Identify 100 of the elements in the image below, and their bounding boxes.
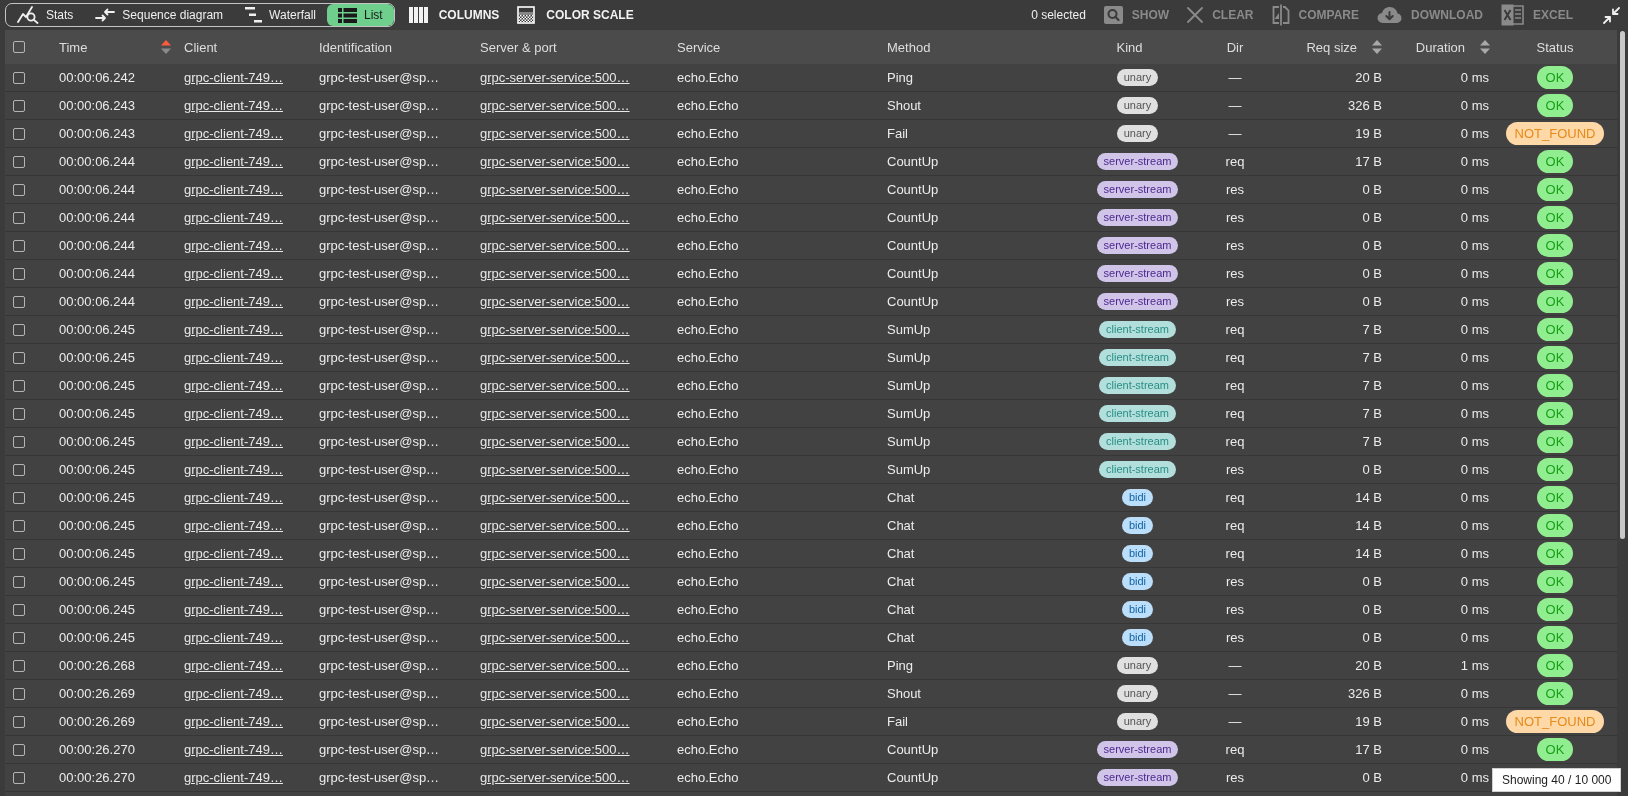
server-link[interactable]: grpc-server-service:500…	[480, 602, 630, 617]
server-link[interactable]: grpc-server-service:500…	[480, 574, 630, 589]
server-link[interactable]: grpc-server-service:500…	[480, 126, 630, 141]
server-link[interactable]: grpc-server-service:500…	[480, 490, 630, 505]
checkbox[interactable]	[13, 99, 25, 112]
sort-icon[interactable]	[1480, 40, 1490, 54]
checkbox[interactable]	[13, 519, 25, 532]
client-link[interactable]: grpc-client-749…	[184, 518, 283, 533]
method-name: SumUp	[887, 462, 931, 477]
checkbox[interactable]	[13, 41, 25, 53]
server-link[interactable]: grpc-server-service:500…	[480, 434, 630, 449]
duration-value: 0 ms	[1460, 714, 1489, 729]
client-link[interactable]: grpc-client-749…	[184, 378, 283, 393]
view-tab[interactable]: Waterfall	[234, 4, 327, 26]
client-link[interactable]: grpc-client-749…	[184, 462, 283, 477]
client-link[interactable]: grpc-client-749…	[184, 294, 283, 309]
client-link[interactable]: grpc-client-749…	[184, 686, 283, 701]
client-link[interactable]: grpc-client-749…	[184, 182, 283, 197]
sort-icon[interactable]	[1372, 40, 1382, 54]
toolbar-button[interactable]: COLOR SCALE	[513, 3, 638, 27]
checkbox[interactable]	[13, 71, 25, 84]
client-link[interactable]: grpc-client-749…	[184, 434, 283, 449]
checkbox[interactable]	[13, 239, 25, 252]
checkbox[interactable]	[13, 771, 25, 784]
timestamp: 00:00:26.269	[59, 686, 135, 701]
server-link[interactable]: grpc-server-service:500…	[480, 742, 630, 757]
checkbox[interactable]	[13, 715, 25, 728]
checkbox[interactable]	[13, 127, 25, 140]
checkbox[interactable]	[13, 687, 25, 700]
checkbox[interactable]	[13, 379, 25, 392]
checkbox[interactable]	[13, 435, 25, 448]
checkbox[interactable]	[13, 547, 25, 560]
server-link[interactable]: grpc-server-service:500…	[480, 70, 630, 85]
sort-icon[interactable]	[161, 40, 171, 54]
checkbox[interactable]	[13, 603, 25, 616]
direction-text: res	[1225, 182, 1245, 197]
collapse-button[interactable]	[1603, 5, 1620, 25]
server-link[interactable]: grpc-server-service:500…	[480, 714, 630, 729]
server-link[interactable]: grpc-server-service:500…	[480, 770, 630, 785]
client-link[interactable]: grpc-client-749…	[184, 70, 283, 85]
server-link[interactable]: grpc-server-service:500…	[480, 294, 630, 309]
request-size: 0 B	[1362, 602, 1382, 617]
checkbox[interactable]	[13, 323, 25, 336]
server-link[interactable]: grpc-server-service:500…	[480, 210, 630, 225]
view-tab[interactable]: List	[327, 4, 394, 26]
server-link[interactable]: grpc-server-service:500…	[480, 518, 630, 533]
client-link[interactable]: grpc-client-749…	[184, 350, 283, 365]
checkbox[interactable]	[13, 211, 25, 224]
checkbox[interactable]	[13, 183, 25, 196]
scrollbar-thumb[interactable]	[1620, 31, 1625, 539]
client-link[interactable]: grpc-client-749…	[184, 154, 283, 169]
client-link[interactable]: grpc-client-749…	[184, 266, 283, 281]
server-link[interactable]: grpc-server-service:500…	[480, 238, 630, 253]
checkbox[interactable]	[13, 491, 25, 504]
view-tab[interactable]: Sequence diagram	[84, 4, 235, 26]
client-link[interactable]: grpc-client-749…	[184, 770, 283, 785]
client-link[interactable]: grpc-client-749…	[184, 714, 283, 729]
checkbox[interactable]	[13, 407, 25, 420]
checkbox[interactable]	[13, 463, 25, 476]
server-link[interactable]: grpc-server-service:500…	[480, 350, 630, 365]
method-name: Shout	[887, 98, 921, 113]
checkbox[interactable]	[13, 575, 25, 588]
server-link[interactable]: grpc-server-service:500…	[480, 266, 630, 281]
client-link[interactable]: grpc-client-749…	[184, 98, 283, 113]
toolbar-button[interactable]: COLUMNS	[404, 3, 504, 27]
checkbox[interactable]	[13, 631, 25, 644]
client-link[interactable]: grpc-client-749…	[184, 630, 283, 645]
client-link[interactable]: grpc-client-749…	[184, 574, 283, 589]
service-name: echo.Echo	[677, 210, 739, 225]
method-name: Shout	[887, 686, 921, 701]
checkbox[interactable]	[13, 743, 25, 756]
server-link[interactable]: grpc-server-service:500…	[480, 686, 630, 701]
client-link[interactable]: grpc-client-749…	[184, 490, 283, 505]
checkbox[interactable]	[13, 155, 25, 168]
client-link[interactable]: grpc-client-749…	[184, 210, 283, 225]
identification-text: grpc-test-user@sp…	[319, 210, 440, 225]
client-link[interactable]: grpc-client-749…	[184, 742, 283, 757]
server-link[interactable]: grpc-server-service:500…	[480, 546, 630, 561]
checkbox[interactable]	[13, 659, 25, 672]
checkbox[interactable]	[13, 351, 25, 364]
client-link[interactable]: grpc-client-749…	[184, 658, 283, 673]
server-link[interactable]: grpc-server-service:500…	[480, 182, 630, 197]
server-link[interactable]: grpc-server-service:500…	[480, 406, 630, 421]
client-link[interactable]: grpc-client-749…	[184, 238, 283, 253]
server-link[interactable]: grpc-server-service:500…	[480, 630, 630, 645]
client-link[interactable]: grpc-client-749…	[184, 602, 283, 617]
server-link[interactable]: grpc-server-service:500…	[480, 378, 630, 393]
server-link[interactable]: grpc-server-service:500…	[480, 98, 630, 113]
client-link[interactable]: grpc-client-749…	[184, 406, 283, 421]
server-link[interactable]: grpc-server-service:500…	[480, 154, 630, 169]
server-link[interactable]: grpc-server-service:500…	[480, 658, 630, 673]
client-link[interactable]: grpc-client-749…	[184, 126, 283, 141]
checkbox[interactable]	[13, 295, 25, 308]
checkbox[interactable]	[13, 267, 25, 280]
view-tab[interactable]: Stats	[6, 4, 85, 26]
client-link[interactable]: grpc-client-749…	[184, 546, 283, 561]
server-link[interactable]: grpc-server-service:500…	[480, 322, 630, 337]
method-name: Chat	[887, 630, 915, 645]
server-link[interactable]: grpc-server-service:500…	[480, 462, 630, 477]
client-link[interactable]: grpc-client-749…	[184, 322, 283, 337]
